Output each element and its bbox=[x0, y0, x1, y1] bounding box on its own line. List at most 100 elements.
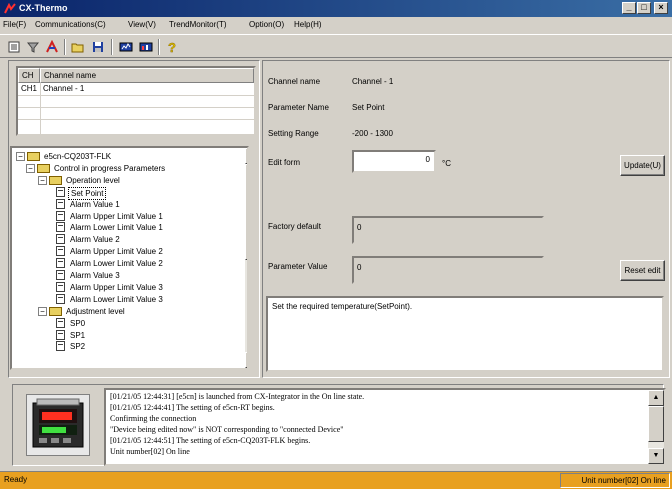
tree-item-label: Alarm Value 2 bbox=[70, 235, 120, 245]
tree-item[interactable]: Alarm Upper Limit Value 2 bbox=[12, 246, 242, 257]
tree-item[interactable]: Alarm Upper Limit Value 3 bbox=[12, 281, 242, 293]
toolbar: ? bbox=[0, 34, 672, 58]
tree-toggle-icon[interactable] bbox=[6, 39, 22, 55]
column-header-ch[interactable]: CH bbox=[18, 68, 40, 83]
trend-icon[interactable] bbox=[138, 39, 154, 55]
parameter-icon bbox=[56, 270, 65, 280]
tree-item-label: Alarm Lower Limit Value 2 bbox=[70, 259, 163, 269]
folder-icon bbox=[37, 163, 50, 173]
log-line: [01/21/05 12:44:51] The setting of e5cn-… bbox=[110, 436, 311, 445]
parameter-icon bbox=[56, 222, 65, 233]
menu-trendmonitor[interactable]: TrendMonitor(T) bbox=[169, 20, 227, 29]
monitor-icon[interactable] bbox=[118, 39, 134, 55]
scroll-up-button[interactable]: ▲ bbox=[245, 148, 247, 164]
svg-text:?: ? bbox=[168, 40, 176, 54]
tree-item-label: Control in progress Parameters bbox=[54, 163, 166, 173]
grid-line bbox=[18, 95, 254, 96]
parameter-name-label: Parameter Name bbox=[268, 103, 329, 112]
scroll-up-button[interactable]: ▲ bbox=[648, 390, 664, 406]
parameter-icon bbox=[56, 293, 65, 304]
folder-icon bbox=[49, 175, 62, 185]
parameter-name-value: Set Point bbox=[352, 103, 385, 112]
tree-item-label: SP1 bbox=[70, 330, 86, 340]
tree-item-label: Alarm Lower Limit Value 3 bbox=[70, 294, 163, 304]
minimize-button[interactable]: _ bbox=[622, 2, 636, 14]
tree-item-label: Alarm Upper Limit Value 2 bbox=[70, 247, 163, 257]
status-bar: Ready Unit number[02] On line bbox=[0, 471, 672, 489]
channel-name-label: Channel name bbox=[268, 77, 321, 86]
tree-item-label: Alarm Value 3 bbox=[70, 271, 120, 280]
scroll-down-button[interactable]: ▼ bbox=[648, 448, 664, 464]
scroll-down-button[interactable]: ▼ bbox=[245, 352, 247, 368]
collapse-toggle-icon[interactable]: − bbox=[38, 175, 47, 185]
parameter-icon bbox=[56, 317, 65, 328]
tree-item[interactable]: Alarm Lower Limit Value 1 bbox=[12, 222, 242, 233]
tree-item[interactable]: Alarm Value 3 bbox=[12, 270, 242, 281]
window-title: CX-Thermo bbox=[19, 3, 68, 13]
tree-item[interactable]: Alarm Lower Limit Value 2 bbox=[12, 258, 242, 269]
parameter-icon bbox=[56, 329, 65, 340]
tree-item-label: SP2 bbox=[70, 342, 86, 352]
parameter-icon bbox=[56, 186, 65, 197]
log-scrollbar[interactable]: ▲ ▼ bbox=[648, 390, 664, 464]
setting-range-value: -200 - 1300 bbox=[352, 129, 393, 138]
menu-communications[interactable]: Communications(C) bbox=[35, 20, 106, 29]
tree-item[interactable]: Alarm Upper Limit Value 1 bbox=[12, 210, 242, 222]
tree-item-label: Adjustment level bbox=[66, 306, 125, 316]
cell-channel-name: Channel - 1 bbox=[43, 84, 85, 93]
help-icon[interactable]: ? bbox=[164, 39, 180, 55]
log-line: Confirming the connection bbox=[110, 414, 197, 423]
parameter-icon bbox=[56, 281, 65, 292]
toolbar-separator bbox=[158, 39, 160, 55]
status-text: Ready bbox=[4, 475, 28, 484]
tree-item[interactable]: − Adjustment level bbox=[12, 306, 242, 317]
column-header-channel-name[interactable]: Channel name bbox=[40, 68, 254, 83]
tree-item[interactable]: − e5cn-CQ203T-FLK bbox=[12, 151, 242, 162]
scroll-thumb[interactable] bbox=[245, 164, 247, 260]
menu-view[interactable]: View(V) bbox=[128, 20, 156, 29]
edit-form-input[interactable]: 0 bbox=[352, 150, 436, 173]
menu-option[interactable]: Option(O) bbox=[249, 20, 284, 29]
tree-item-label: Alarm Upper Limit Value 3 bbox=[70, 282, 163, 292]
factory-default-field: 0 bbox=[352, 216, 544, 244]
parameter-tree: − e5cn-CQ203T-FLK − Control in progress Par… bbox=[10, 146, 249, 370]
scroll-thumb[interactable] bbox=[648, 406, 664, 442]
parameter-value-field: 0 bbox=[352, 256, 544, 284]
tree-item[interactable]: Set Point bbox=[12, 186, 242, 200]
online-icon[interactable] bbox=[44, 39, 60, 55]
tree-item[interactable]: Alarm Value 1 bbox=[12, 198, 242, 210]
device-image bbox=[26, 394, 90, 456]
cell-ch: CH1 bbox=[21, 84, 38, 93]
collapse-toggle-icon[interactable]: − bbox=[38, 306, 47, 316]
tree-item[interactable]: − Operation level bbox=[12, 175, 242, 186]
parameter-icon bbox=[56, 341, 65, 352]
parameter-icon bbox=[56, 210, 65, 221]
save-icon[interactable] bbox=[90, 39, 106, 55]
edit-form-label: Edit form bbox=[268, 158, 301, 167]
folder-icon bbox=[27, 152, 40, 161]
update-button[interactable]: Update(U) bbox=[620, 155, 665, 176]
tree-item[interactable]: Alarm Value 2 bbox=[12, 234, 242, 245]
title-bar: CX-Thermo _ □ × bbox=[0, 0, 672, 17]
tree-item[interactable]: SP0 bbox=[12, 317, 242, 329]
open-folder-icon[interactable] bbox=[70, 39, 86, 55]
close-button[interactable]: × bbox=[654, 2, 668, 14]
menu-help[interactable]: Help(H) bbox=[294, 20, 322, 29]
tree-item-label: Alarm Upper Limit Value 1 bbox=[70, 211, 163, 221]
log-line: [01/21/05 12:44:41] The setting of e5cn-… bbox=[110, 403, 275, 412]
collapse-toggle-icon[interactable]: − bbox=[16, 152, 25, 161]
tree-item-label: Alarm Value 1 bbox=[70, 199, 120, 209]
tree-scrollbar[interactable]: ▲ ▼ bbox=[245, 148, 247, 368]
parameter-icon bbox=[56, 246, 65, 257]
tree-item[interactable]: SP1 bbox=[12, 329, 242, 341]
tree-item[interactable]: Alarm Lower Limit Value 3 bbox=[12, 293, 242, 305]
grid-line bbox=[18, 107, 254, 108]
filter-icon[interactable] bbox=[25, 39, 41, 55]
menu-file[interactable]: File(F) bbox=[3, 20, 26, 29]
reset-edit-button[interactable]: Reset edit bbox=[620, 260, 665, 281]
collapse-toggle-icon[interactable]: − bbox=[26, 163, 35, 173]
tree-item[interactable]: SP2 bbox=[12, 341, 242, 352]
tree-item[interactable]: − Control in progress Parameters bbox=[12, 163, 242, 174]
parameter-icon bbox=[56, 234, 65, 245]
maximize-button[interactable]: □ bbox=[637, 2, 651, 14]
